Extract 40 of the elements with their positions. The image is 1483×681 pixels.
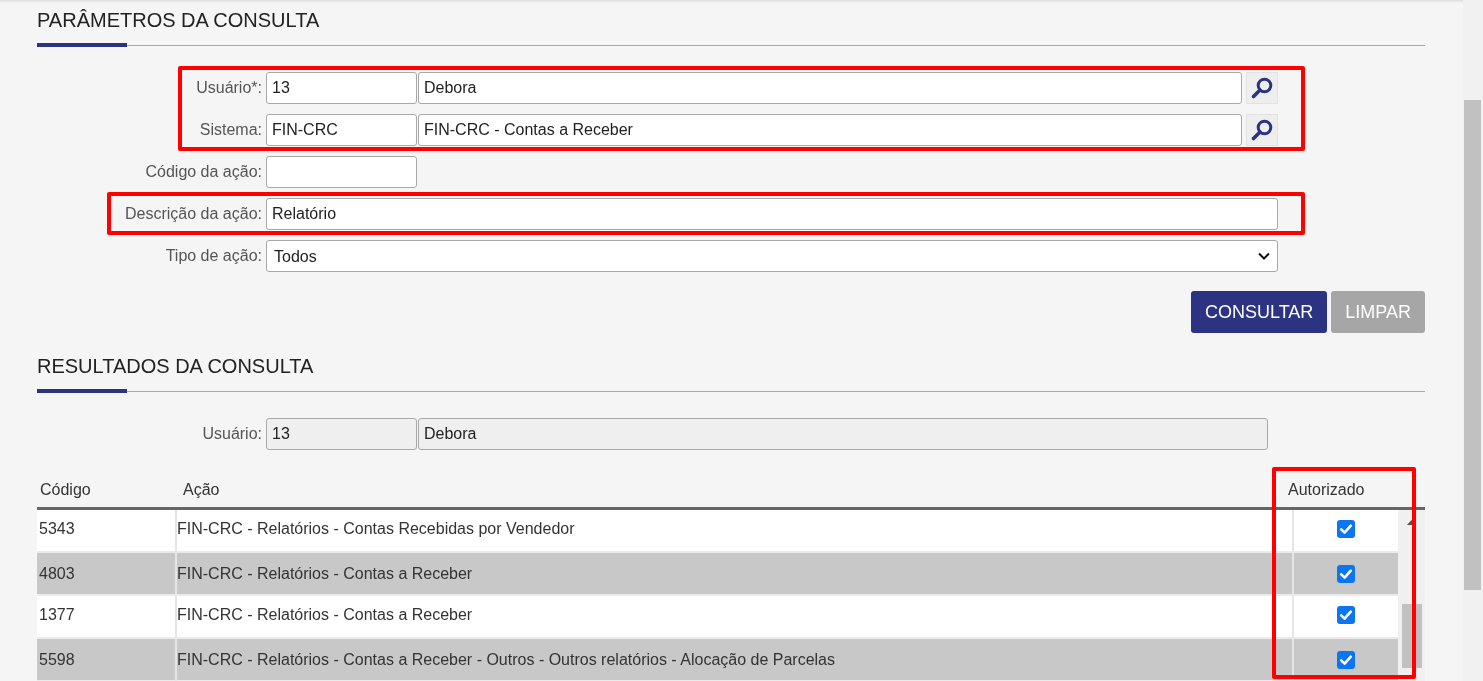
select-field[interactable]: Todos	[266, 240, 1278, 272]
column-header: Ação	[182, 481, 221, 499]
table-cell: 1377	[37, 596, 175, 639]
field-label: Usuário:	[202, 425, 262, 442]
search-button[interactable]	[1246, 114, 1278, 146]
page-scrollbar[interactable]	[1463, 0, 1483, 681]
field-label: Sistema:	[199, 121, 262, 138]
section-title: PARÂMETROS DA CONSULTA	[37, 8, 321, 33]
search-icon	[1250, 118, 1274, 142]
text-input[interactable]: Relatório	[266, 198, 1278, 230]
table-cell: FIN-CRC - Relatórios - Contas a Receber	[175, 596, 1292, 639]
table-cell: FIN-CRC - Relatórios - Contas a Receber - Outros - Outros relatórios - Alocação de Parcelas	[175, 639, 1292, 681]
table-cell: 5598	[37, 639, 175, 681]
search-button[interactable]	[1246, 72, 1278, 104]
column-header: Código	[39, 481, 92, 499]
name-input[interactable]: Debora	[418, 418, 1268, 450]
description-input[interactable]: FIN-CRC - Contas a Receber	[418, 114, 1242, 146]
table-cell: 4803	[37, 553, 175, 596]
search-icon	[1250, 76, 1274, 100]
checkbox[interactable]	[1337, 520, 1355, 538]
table-cell: 5343	[37, 510, 175, 553]
scrollbar-thumb[interactable]	[1464, 100, 1481, 590]
field-label: Descrição da ação:	[125, 205, 262, 222]
checkbox[interactable]	[1337, 564, 1355, 583]
checkbox[interactable]	[1337, 606, 1355, 624]
description-input[interactable]: Debora	[418, 72, 1242, 104]
field-label: Tipo de ação:	[165, 247, 262, 264]
checkbox[interactable]	[1337, 650, 1355, 669]
field-label: Código da ação:	[145, 163, 262, 180]
field-label: Usuário*:	[196, 79, 262, 96]
table-cell: FIN-CRC - Relatórios - Contas Recebidas por Vendedor	[175, 510, 1292, 553]
code-input[interactable]	[266, 156, 417, 188]
section-title: RESULTADOS DA CONSULTA	[37, 354, 315, 379]
code-input[interactable]: FIN-CRC	[266, 114, 417, 146]
chevron-down-icon	[1258, 252, 1270, 260]
code-input[interactable]: 13	[266, 418, 417, 450]
consult-button[interactable]: CONSULTAR	[1190, 291, 1328, 333]
table-cell: FIN-CRC - Relatórios - Contas a Receber	[175, 553, 1292, 596]
column-header: Autorizado	[1287, 481, 1366, 499]
code-input[interactable]: 13	[266, 72, 417, 104]
